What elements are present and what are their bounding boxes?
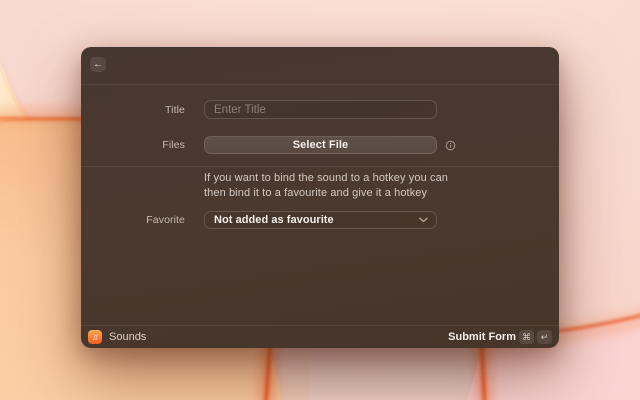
- title-label: Title: [81, 104, 185, 116]
- app-name: Sounds: [109, 331, 146, 343]
- favorite-dropdown-value: Not added as favourite: [214, 214, 334, 226]
- back-button[interactable]: ←: [90, 57, 106, 72]
- title-input[interactable]: [204, 100, 437, 119]
- submit-form-button[interactable]: Submit Form: [448, 331, 516, 343]
- desktop: ← Title Files Select File If you want to…: [0, 0, 640, 400]
- wallpaper-bottom-band: [262, 346, 490, 400]
- wallpaper-bottom-band-left-rim: [264, 344, 272, 400]
- sounds-app-icon: ♫: [88, 330, 102, 344]
- command-key-badge: ⌘: [519, 330, 534, 344]
- wallpaper-bottom-band-right-rim: [479, 344, 486, 400]
- raycast-form-window: ← Title Files Select File If you want to…: [81, 47, 559, 348]
- favorite-dropdown[interactable]: Not added as favourite: [204, 211, 437, 229]
- favorite-field-row: Favorite Not added as favourite: [81, 211, 559, 229]
- chevron-down-icon: [419, 217, 428, 223]
- title-field-row: Title: [81, 100, 559, 119]
- arrow-left-icon: ←: [93, 59, 103, 70]
- window-header: ←: [81, 47, 559, 85]
- info-circle-icon: [445, 140, 456, 151]
- window-footer: ♫ Sounds Submit Form ⌘ ↵: [81, 325, 559, 348]
- section-divider: [81, 166, 559, 167]
- select-file-button[interactable]: Select File: [204, 136, 437, 154]
- info-icon[interactable]: [444, 139, 456, 151]
- helper-text: If you want to bind the sound to a hotke…: [204, 171, 454, 200]
- files-field-row: Files Select File: [81, 136, 559, 154]
- favorite-label: Favorite: [81, 214, 185, 226]
- return-key-badge: ↵: [537, 330, 552, 344]
- music-note-icon: ♫: [92, 332, 98, 342]
- files-label: Files: [81, 139, 185, 151]
